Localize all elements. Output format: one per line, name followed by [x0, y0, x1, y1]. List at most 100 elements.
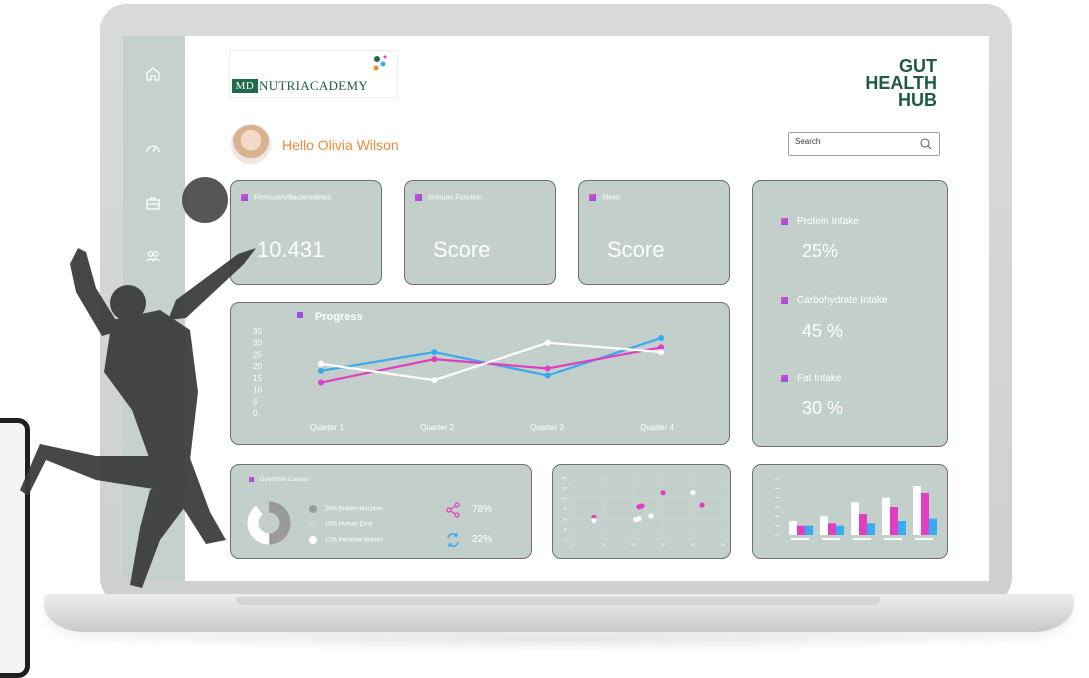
legend-item: 15% Human Error — [309, 520, 373, 528]
bar — [921, 493, 929, 535]
y-tick-label: 50 — [563, 517, 567, 521]
metric-label: Sleep — [589, 194, 620, 201]
bar — [859, 514, 867, 535]
y-tick-label: 125 — [561, 486, 567, 490]
stat-refresh-value: 22% — [472, 534, 493, 545]
share-icon[interactable] — [445, 502, 461, 518]
metric-label-text: Immune Function — [428, 194, 483, 202]
series-line — [320, 346, 662, 384]
data-point — [658, 349, 664, 356]
x-tick-label: Quarter 2 — [420, 423, 454, 432]
search-box — [788, 132, 940, 156]
legend-swatch — [415, 194, 422, 201]
x-tick-label: 30 — [661, 543, 665, 547]
search-input[interactable] — [795, 137, 915, 146]
x-tick-label: Quarter 1 — [310, 423, 344, 432]
x-tick-label-mark — [915, 538, 933, 540]
data-point — [544, 372, 551, 379]
bar — [836, 525, 844, 535]
macro-label: Carbohydrate Intake — [781, 295, 888, 306]
metric-label: Immune Function — [415, 194, 482, 201]
bar — [890, 507, 898, 535]
data-point — [658, 335, 664, 342]
metric-value: Score — [607, 237, 665, 262]
legend-text: 15% Human Error — [325, 521, 374, 528]
scatter-point — [591, 517, 597, 523]
refresh-icon[interactable] — [445, 532, 461, 548]
laptop-notch — [236, 597, 880, 605]
x-tick-label: 20 — [631, 543, 635, 547]
legend-swatch — [589, 194, 596, 201]
legend-text: 12% Personal Breaks — [325, 537, 383, 544]
bar-chart-card[interactable] — [752, 464, 948, 559]
molecule-icon — [373, 55, 387, 71]
legend-dot — [309, 536, 317, 544]
data-point — [431, 356, 438, 363]
data-point — [318, 379, 324, 386]
macro-label-text: Protein Intake — [797, 216, 859, 227]
legend-swatch — [781, 217, 788, 225]
data-point — [431, 377, 438, 384]
y-tick-label: 75 — [563, 507, 567, 511]
scatter-card[interactable]: 0 25 50 75 100 125 150 0 10 20 30 40 50 — [552, 464, 731, 559]
bar — [805, 525, 813, 535]
macro-label-text: Carbohydrate Intake — [797, 295, 888, 306]
x-tick-label: Quarter 3 — [530, 423, 564, 432]
stat-share-value: 78% — [472, 504, 493, 515]
legend-swatch — [781, 296, 788, 304]
y-tick-label: 100 — [561, 497, 567, 501]
scatter-point — [648, 513, 654, 519]
bar — [797, 525, 805, 535]
scatter-point — [660, 490, 666, 496]
user-greeting: Hello Olivia Wilson — [282, 137, 399, 153]
y-tick-label: 150 — [561, 476, 567, 480]
macros-card[interactable]: Protein Intake 25% Carbohydrate Intake 4… — [752, 180, 948, 447]
legend-swatch — [781, 374, 788, 382]
bar — [867, 523, 875, 535]
x-tick-label: 40 — [691, 543, 695, 547]
macro-label: Fat Intake — [781, 373, 841, 384]
x-tick-label-mark — [884, 538, 902, 540]
bar — [913, 486, 921, 535]
bar — [789, 521, 797, 535]
dashboard-icon[interactable] — [141, 136, 165, 160]
y-tick-label: 0 — [565, 538, 567, 542]
data-point — [544, 339, 551, 346]
data-point — [431, 349, 438, 356]
x-tick-label-mark — [822, 538, 840, 540]
legend-swatch — [297, 312, 303, 318]
progress-card[interactable]: Progress 35 30 25 20 15 10 5 0 Quarter 1 Quarter … — [230, 302, 730, 445]
avatar[interactable] — [231, 124, 271, 164]
bar-chart — [775, 478, 937, 540]
x-tick-label: 0 — [572, 543, 574, 547]
metric-card-immune[interactable]: Immune Function Score — [404, 180, 556, 285]
legend-text: 25% Broken Machine — [325, 506, 383, 513]
metric-value: Score — [433, 237, 491, 262]
macro-value: 25% — [802, 241, 839, 261]
macro-label-text: Fat Intake — [797, 373, 842, 384]
bar — [929, 518, 937, 535]
app-title: GUT HEALTH HUB — [865, 57, 937, 109]
scatter-point — [699, 502, 705, 508]
macro-label: Protein Intake — [781, 216, 859, 227]
macro-value: 30 % — [802, 398, 844, 418]
search-icon[interactable] — [919, 137, 933, 151]
legend-dot — [309, 505, 317, 513]
bar — [898, 521, 906, 535]
metric-label-text: Sleep — [602, 194, 620, 202]
logo-name: NUTRIACADEMY — [259, 78, 369, 93]
chart-title: Progress — [315, 311, 363, 323]
x-tick-label: 10 — [601, 543, 605, 547]
x-tick-label-mark — [791, 538, 809, 540]
y-tick-label: 25 — [563, 528, 567, 532]
volleyball-player-graphic — [20, 177, 256, 588]
data-point — [318, 360, 324, 367]
legend-dot — [309, 520, 317, 528]
data-point — [318, 367, 324, 374]
brand-logo[interactable]: MD NUTRIACADEMY — [230, 51, 397, 97]
logo-prefix: MD — [232, 79, 258, 93]
home-icon[interactable] — [141, 62, 165, 86]
scatter-point — [639, 503, 645, 509]
metric-card-sleep[interactable]: Sleep Score — [578, 180, 730, 285]
legend-item: 12% Personal Breaks — [309, 536, 383, 544]
